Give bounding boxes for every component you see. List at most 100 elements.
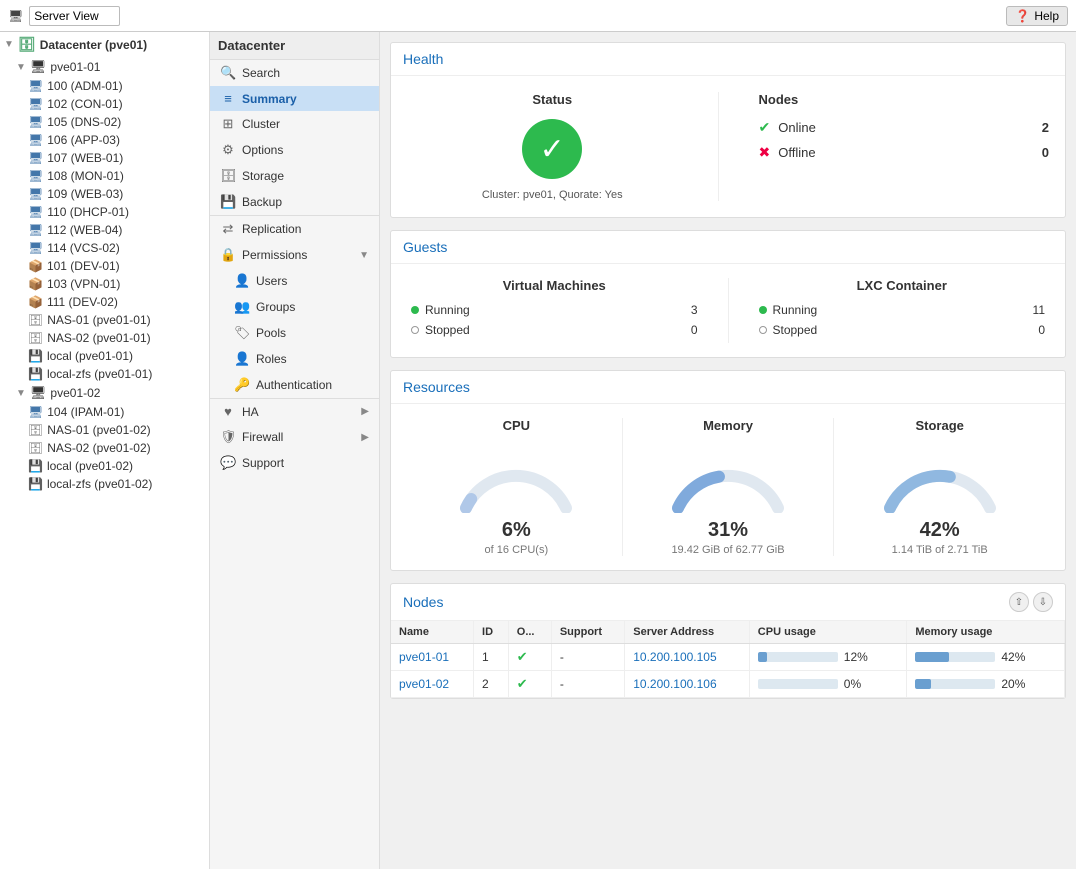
ct-icon: 📦 [28,277,43,291]
stor-label: local-zfs (pve01-02) [47,477,152,491]
tree-vm-109[interactable]: 🖥 109 (WEB-03) [0,185,209,203]
nav-item-storage[interactable]: 🗄 Storage [210,163,379,189]
nav-item-permissions[interactable]: 🔒 Permissions ▼ [210,242,379,268]
vm-stopped-dot [411,326,419,334]
tree-vm-102[interactable]: 🖥102 (CON-01) [0,95,209,113]
tree-vm-100[interactable]: 🖥100 (ADM-01) [0,77,209,95]
node-name-pve01-01[interactable]: pve01-01 [391,644,474,671]
tree-vm-110[interactable]: 🖥110 (DHCP-01) [0,203,209,221]
help-button[interactable]: ❓ Help [1006,6,1068,26]
nav-item-authentication[interactable]: 🔑 Authentication [210,372,379,398]
memory-col: Memory 31% 19.42 GiB of 62.77 GiB [623,418,835,556]
tree-stor-local-02[interactable]: 💾local (pve01-02) [0,457,209,475]
vm-icon: 🖥 [28,97,43,111]
stor-label: NAS-02 (pve01-02) [47,441,150,455]
col-online: O... [508,621,551,644]
node-name-pve01-02[interactable]: pve01-02 [391,671,474,698]
cpu-gauge [451,443,581,513]
offline-row: ✖ Offline 0 [759,144,1050,161]
nav-item-users[interactable]: 👤 Users [210,268,379,294]
tree-vm-106[interactable]: 🖥106 (APP-03) [0,131,209,149]
tree-stor-nas01-02[interactable]: 🗄NAS-01 (pve01-02) [0,421,209,439]
nav-item-search[interactable]: 🔍 Search [210,60,379,86]
mem-bar-bg-1 [915,652,995,662]
nav-item-roles[interactable]: 👤 Roles [210,346,379,372]
ct-label: 103 (VPN-01) [47,277,120,291]
nodes-prev-button[interactable]: ⇧ [1009,592,1029,612]
nav-label-ha: HA [242,405,259,419]
nav-item-replication[interactable]: ⇄ Replication [210,215,379,242]
vm-icon: 🖥 [28,223,43,237]
tree-ct-103[interactable]: 📦 103 (VPN-01) [0,275,209,293]
node-expand-icon: ▼ [16,62,26,73]
guests-section: Guests Virtual Machines Running 3 Stoppe… [390,230,1066,358]
vm-running-dot [411,306,419,314]
storage-sub: 1.14 TiB of 2.71 TiB [834,544,1045,556]
health-status-col: Status ✓ Cluster: pve01, Quorate: Yes [407,92,719,201]
nav-item-summary[interactable]: ≡ Summary [210,86,379,111]
tree-stor-localzfs-01[interactable]: 💾local-zfs (pve01-01) [0,365,209,383]
tree-vm-114[interactable]: 🖥114 (VCS-02) [0,239,209,257]
tree-stor-nas02-02[interactable]: 🗄NAS-02 (pve01-02) [0,439,209,457]
tree-vm-112[interactable]: 🖥112 (WEB-04) [0,221,209,239]
guests-content: Virtual Machines Running 3 Stopped 0 LXC… [391,264,1065,357]
vm-label: 109 (WEB-03) [47,187,123,201]
left-panel: ▼ 🗄 Datacenter (pve01) ▼ 🖥 pve01-01 🖥100… [0,32,210,869]
tree-stor-local-01[interactable]: 💾local (pve01-01) [0,347,209,365]
firewall-icon: 🛡 [220,429,236,445]
nav-label-pools: Pools [256,326,286,340]
datacenter-label: Datacenter (pve01) [40,38,147,52]
nav-item-ha[interactable]: ♥ HA ▶ [210,398,379,424]
tree-root-datacenter[interactable]: ▼ 🗄 Datacenter (pve01) [0,32,209,57]
node-mem-2: 20% [907,671,1065,698]
vm-icon: 🖥 [28,205,43,219]
memory-gauge [663,443,793,513]
nav-label-backup: Backup [242,195,282,209]
tree-stor-nas01-01[interactable]: 🗄NAS-01 (pve01-01) [0,311,209,329]
storage-title: Storage [834,418,1045,433]
vm-icon: 🖥 [28,187,43,201]
stor-icon: 🗄 [28,331,43,345]
node-cpu-2: 0% [749,671,907,698]
nav-item-pools[interactable]: 🏷 Pools [210,320,379,346]
nav-item-cluster[interactable]: ⊞ Cluster [210,111,379,137]
stor-label: NAS-02 (pve01-01) [47,331,150,345]
tree-vm-108[interactable]: 🖥108 (MON-01) [0,167,209,185]
options-icon: ⚙ [220,142,236,158]
nav-item-firewall[interactable]: 🛡 Firewall ▶ [210,424,379,450]
top-bar-left: 🖥 Server View [8,6,120,26]
tree-vm-104[interactable]: 🖥104 (IPAM-01) [0,403,209,421]
storage-percent: 42% [834,519,1045,542]
node-mem-1: 42% [907,644,1065,671]
tree-node-pve01-01[interactable]: ▼ 🖥 pve01-01 [0,57,209,77]
tree-node-pve01-02[interactable]: ▼ 🖥 pve01-02 [0,383,209,403]
tree-ct-111[interactable]: 📦111 (DEV-02) [0,293,209,311]
lxc-running-label: Running [773,303,818,317]
mem-bar-bg-2 [915,679,995,689]
nav-item-support[interactable]: 💬 Support [210,450,379,476]
vm-icon: 🖥 [28,79,43,93]
nav-item-backup[interactable]: 💾 Backup [210,189,379,215]
view-selector[interactable]: Server View [29,6,120,26]
node-address-2[interactable]: 10.200.100.106 [625,671,750,698]
node-address-1[interactable]: 10.200.100.105 [625,644,750,671]
memory-percent: 31% [623,519,834,542]
vm-label: 107 (WEB-01) [47,151,123,165]
health-section-header: Health [391,43,1065,76]
status-title: Status [407,92,698,107]
tree-vm-107[interactable]: 🖥107 (WEB-01) [0,149,209,167]
tree-vm-105[interactable]: 🖥105 (DNS-02) [0,113,209,131]
nav-item-groups[interactable]: 👥 Groups [210,294,379,320]
tree-ct-101[interactable]: 📦101 (DEV-01) [0,257,209,275]
memory-title: Memory [623,418,834,433]
tree-stor-nas02-01[interactable]: 🗄 NAS-02 (pve01-01) [0,329,209,347]
vm-stopped-count: 0 [691,323,698,337]
nodes-next-button[interactable]: ⇩ [1033,592,1053,612]
ha-icon: ♥ [220,404,236,419]
main-layout: ▼ 🗄 Datacenter (pve01) ▼ 🖥 pve01-01 🖥100… [0,32,1076,869]
tree-stor-localzfs-02[interactable]: 💾 local-zfs (pve01-02) [0,475,209,493]
nav-item-options[interactable]: ⚙ Options [210,137,379,163]
stor-icon: 💾 [28,477,43,491]
guests-section-header: Guests [391,231,1065,264]
groups-icon: 👥 [234,299,250,315]
